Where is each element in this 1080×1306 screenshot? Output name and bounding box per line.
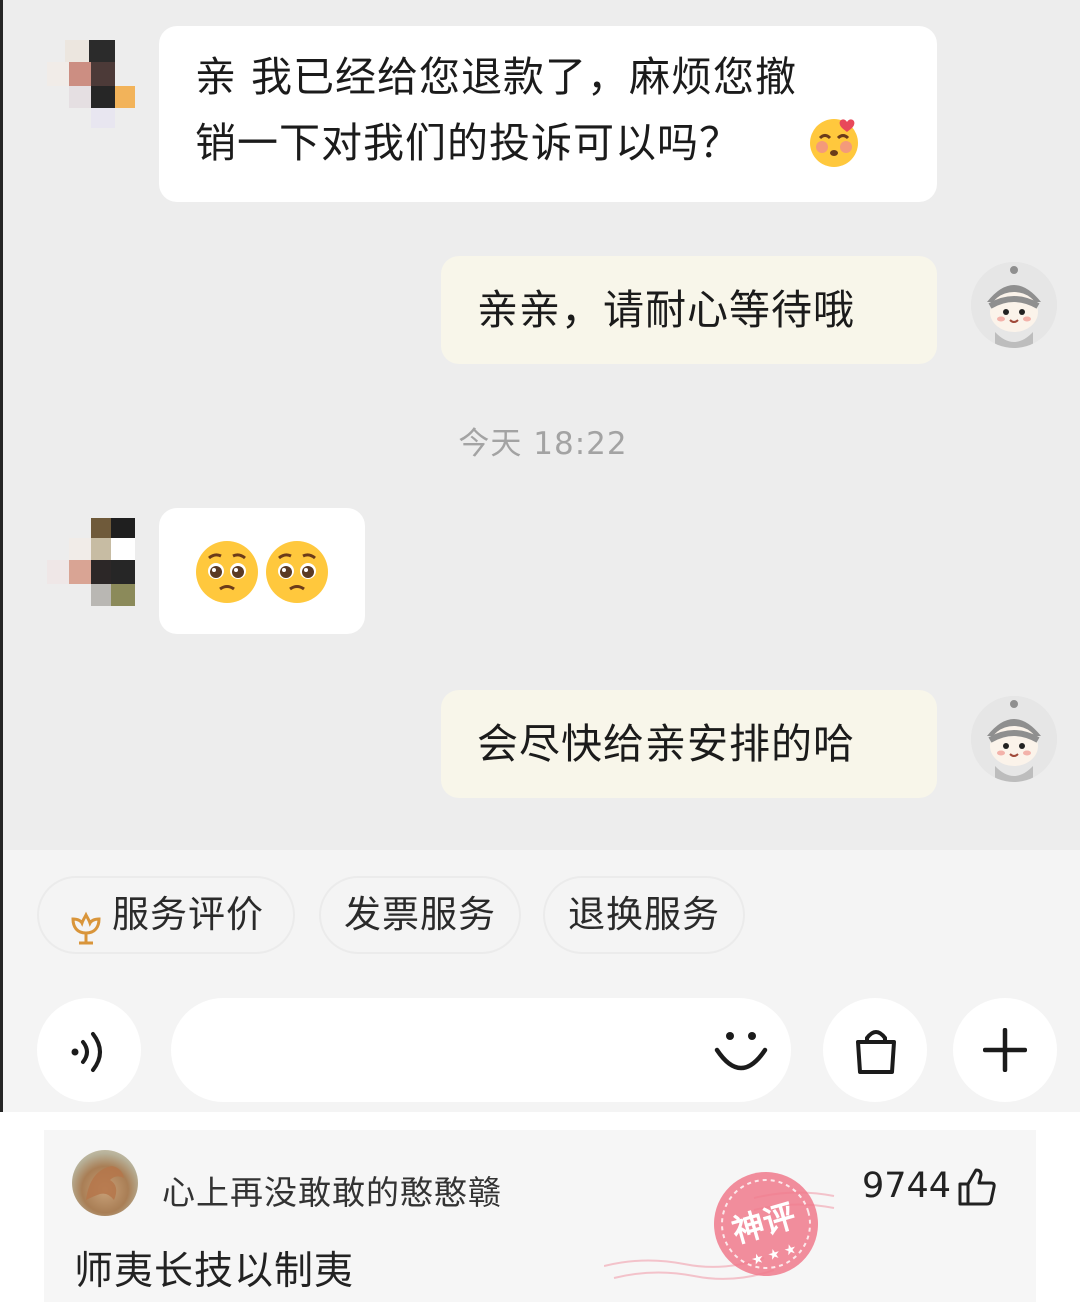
quick-action-service-review[interactable]: 服务评价 bbox=[37, 876, 295, 954]
message-text: 会尽快给亲安排的哈 bbox=[477, 720, 855, 768]
chip-label: 服务评价 bbox=[112, 893, 264, 936]
like-count: 9744 bbox=[862, 1166, 952, 1206]
message-line: 销一下对我们的投诉可以吗？ bbox=[195, 119, 741, 167]
message-text: 亲亲，请耐心等待哦 bbox=[477, 286, 855, 334]
agent-avatar bbox=[971, 696, 1057, 782]
smiley-icon[interactable] bbox=[711, 1022, 771, 1086]
message-input[interactable] bbox=[171, 998, 791, 1102]
agent-avatar bbox=[971, 262, 1057, 348]
commenter-username[interactable]: 心上再没敢敢的憨憨赣 bbox=[162, 1166, 502, 1214]
voice-button[interactable] bbox=[37, 998, 141, 1102]
message-bubble-incoming: 亲 我已经给您退款了，麻烦您撤 销一下对我们的投诉可以吗？ bbox=[159, 26, 937, 202]
plus-icon bbox=[982, 1027, 1028, 1076]
commenter-avatar[interactable] bbox=[72, 1150, 138, 1216]
quick-action-invoice-service[interactable]: 发票服务 bbox=[319, 876, 521, 954]
quick-action-return-service[interactable]: 退换服务 bbox=[543, 876, 745, 954]
shop-button[interactable] bbox=[823, 998, 927, 1102]
chip-label: 退换服务 bbox=[568, 893, 720, 936]
message-bubble-outgoing: 亲亲，请耐心等待哦 bbox=[441, 256, 937, 364]
voice-icon bbox=[67, 1028, 115, 1080]
thumbs-up-icon bbox=[956, 1168, 998, 1212]
message-bubble-incoming bbox=[159, 508, 365, 634]
sender-avatar-mosaic bbox=[43, 516, 139, 612]
like-button[interactable] bbox=[956, 1166, 998, 1208]
chat-timestamp: 今天 18:22 bbox=[458, 426, 628, 462]
more-button[interactable] bbox=[953, 998, 1057, 1102]
pleading-face-emoji bbox=[263, 538, 331, 625]
message-line: 亲 我已经给您退款了，麻烦您撤 bbox=[195, 53, 798, 101]
pleading-face-emoji bbox=[193, 538, 261, 625]
flower-icon bbox=[67, 896, 105, 945]
chip-label: 发票服务 bbox=[344, 893, 496, 936]
comment-text: 师夷长技以制夷 bbox=[74, 1249, 355, 1294]
shopping-bag-icon bbox=[849, 1024, 903, 1082]
blushing-smile-emoji bbox=[807, 114, 861, 168]
chat-screenshot: 亲 我已经给您退款了，麻烦您撤 销一下对我们的投诉可以吗？ 亲亲，请耐心等待哦 bbox=[0, 0, 1080, 1112]
shenping-stamp-icon: 神评 ★ ★ ★ bbox=[603, 1162, 864, 1302]
sender-avatar-mosaic bbox=[43, 36, 139, 132]
message-bubble-outgoing: 会尽快给亲安排的哈 bbox=[441, 690, 937, 798]
